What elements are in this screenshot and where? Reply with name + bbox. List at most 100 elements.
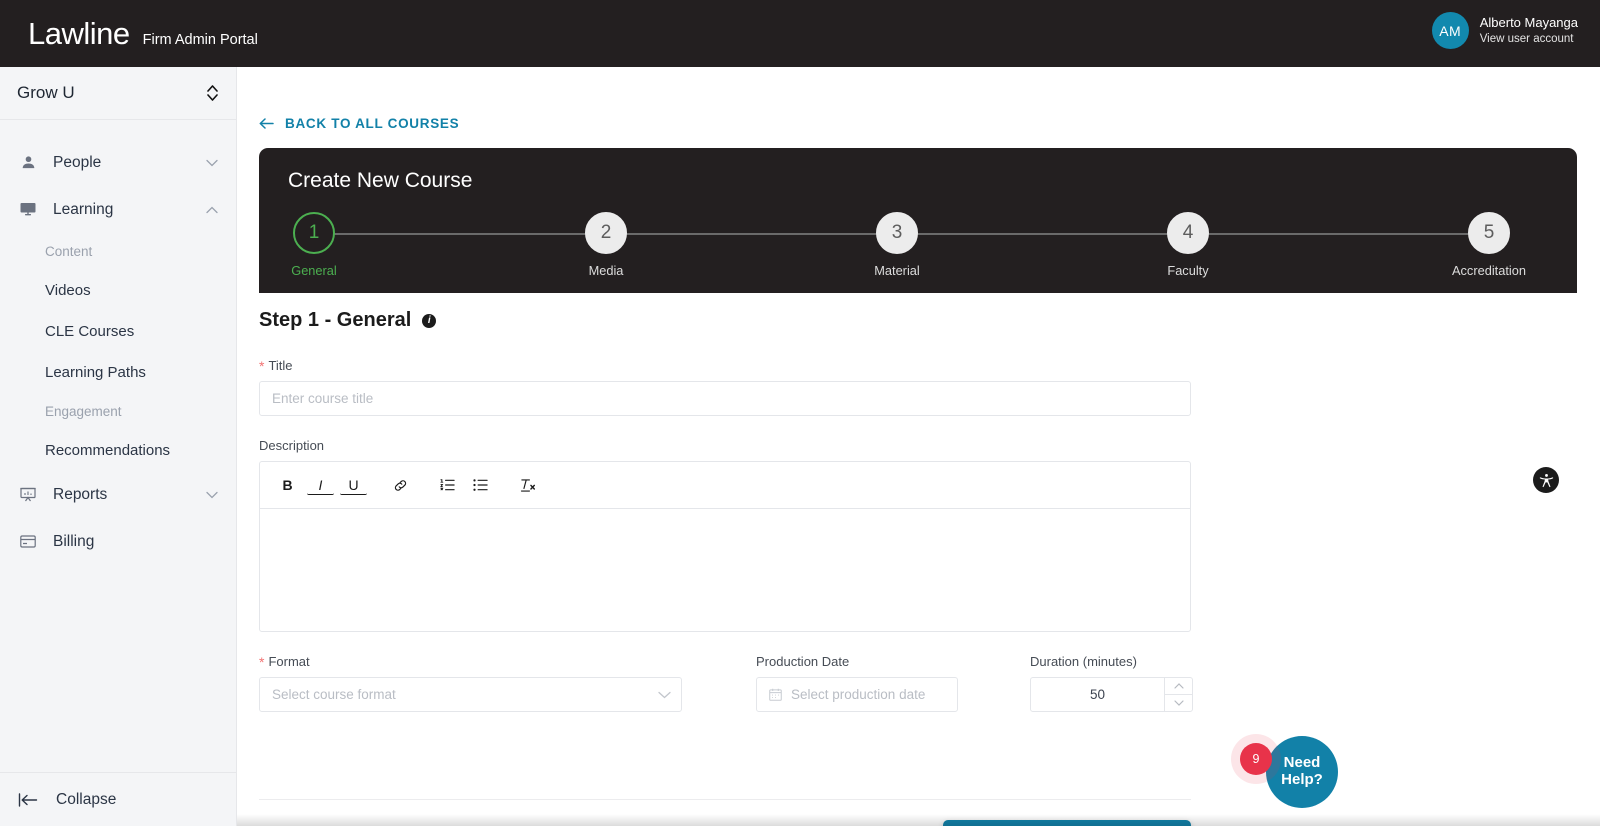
logo-text: Lawline — [28, 15, 130, 51]
step-label: Material — [874, 263, 920, 278]
step-4-faculty[interactable]: 4 Faculty — [1118, 212, 1258, 278]
selector-up-down-icon — [207, 85, 218, 101]
step-3-material[interactable]: 3 Material — [827, 212, 967, 278]
presentation-icon — [19, 487, 37, 502]
format-label-text: Format — [268, 654, 310, 669]
description-label: Description — [259, 438, 325, 453]
page-subtitle: Step 1 - General — [259, 309, 412, 331]
description-textarea[interactable] — [260, 509, 1190, 631]
org-switcher[interactable]: Grow U — [0, 67, 236, 120]
step-label: General — [291, 263, 337, 278]
duration-field-group: Duration (minutes) 50 — [1030, 654, 1193, 712]
monitor-icon — [19, 202, 37, 217]
production-date-label: Production Date — [756, 654, 850, 669]
description-editor: B I U — [259, 461, 1191, 632]
main-content: BACK TO ALL COURSES Create New Course 1 … — [237, 67, 1600, 826]
sidebar-item-label: Billing — [53, 532, 95, 550]
brand-logo[interactable]: Lawline Firm Admin Portal — [28, 16, 258, 52]
duration-stepper: 50 — [1030, 677, 1193, 712]
step-number: 5 — [1468, 212, 1510, 254]
arrow-left-icon — [259, 118, 274, 129]
sidebar-item-learning[interactable]: Learning — [0, 186, 236, 233]
sidebar-item-recommendations[interactable]: Recommendations — [0, 430, 236, 471]
collapse-arrow-icon — [18, 792, 38, 807]
need-help-button[interactable]: Need Help? — [1266, 736, 1338, 808]
underline-icon[interactable]: U — [340, 476, 367, 495]
chevron-down-icon — [658, 691, 671, 699]
sidebar-section-content: Content — [45, 244, 93, 259]
form-row-secondary: * Format Select course format Production… — [259, 654, 1577, 712]
view-user-account-link[interactable]: View user account — [1480, 32, 1578, 48]
person-icon — [19, 155, 37, 170]
page-bottom-shadow — [237, 814, 1600, 826]
stepper: 1 General 2 Media 3 Material 4 Faculty 5… — [259, 212, 1577, 284]
step-label: Faculty — [1167, 263, 1209, 278]
chevron-up-icon[interactable] — [206, 206, 218, 214]
help-unread-badge[interactable]: 9 — [1240, 743, 1272, 775]
chevron-down-icon[interactable] — [206, 491, 218, 499]
sidebar-item-videos[interactable]: Videos — [0, 270, 236, 311]
production-date-input[interactable]: Select production date — [756, 677, 958, 712]
sidebar-section-engagement: Engagement — [45, 404, 122, 419]
collapse-sidebar-button[interactable]: Collapse — [0, 772, 236, 826]
calendar-icon — [769, 688, 782, 701]
sidebar-item-reports[interactable]: Reports — [0, 471, 236, 518]
step-number: 2 — [585, 212, 627, 254]
sidebar-item-cle-courses[interactable]: CLE Courses — [0, 311, 236, 352]
step-number: 3 — [876, 212, 918, 254]
sidebar-item-label: Reports — [53, 485, 108, 503]
avatar: AM — [1431, 12, 1469, 49]
format-label: * Format — [259, 654, 756, 669]
duration-stepper-buttons — [1164, 678, 1192, 711]
clear-format-icon[interactable] — [514, 472, 541, 499]
portal-label: Firm Admin Portal — [142, 31, 258, 48]
collapse-label: Collapse — [56, 790, 117, 808]
sidebar-item-billing[interactable]: Billing — [0, 518, 236, 565]
save-and-continue-button[interactable]: SAVE AND CONTINUE — [943, 820, 1191, 826]
format-select[interactable]: Select course format — [259, 677, 682, 712]
sidebar-item-label: People — [53, 153, 102, 171]
editor-toolbar: B I U — [260, 462, 1190, 509]
ordered-list-icon[interactable] — [434, 472, 461, 499]
user-name: Alberto Mayanga — [1479, 14, 1578, 30]
title-label: * Title — [259, 358, 1577, 373]
form-divider — [259, 799, 1191, 800]
title-input[interactable]: Enter course title — [259, 381, 1191, 416]
format-field-group: * Format Select course format — [259, 654, 756, 712]
link-icon[interactable] — [387, 472, 414, 499]
duration-label: Duration (minutes) — [1030, 654, 1137, 669]
unordered-list-icon[interactable] — [467, 472, 494, 499]
accessibility-icon[interactable] — [1533, 467, 1559, 493]
user-menu[interactable]: AM Alberto Mayanga View user account — [1431, 12, 1578, 49]
org-name: Grow U — [17, 83, 75, 102]
production-date-field-group: Production Date Select production date — [756, 654, 1030, 712]
title-label-text: Title — [268, 358, 293, 373]
create-course-stepper-card: Create New Course 1 General 2 Media 3 Ma… — [259, 148, 1577, 293]
duration-increment-button[interactable] — [1165, 678, 1192, 694]
sidebar-item-label: Learning — [53, 200, 114, 218]
step-label: Media — [588, 263, 624, 278]
format-selected-value: Select course format — [272, 687, 396, 702]
sidebar-item-people[interactable]: People — [0, 139, 236, 186]
general-form: Step 1 - General i * Title Enter course … — [259, 293, 1577, 826]
step-label: Accreditation — [1452, 263, 1526, 278]
step-1-general[interactable]: 1 General — [244, 212, 384, 278]
back-link-label: BACK TO ALL COURSES — [285, 116, 460, 131]
sidebar-item-learning-paths[interactable]: Learning Paths — [0, 352, 236, 393]
back-to-all-courses-link[interactable]: BACK TO ALL COURSES — [259, 116, 459, 131]
step-2-media[interactable]: 2 Media — [536, 212, 676, 278]
duration-decrement-button[interactable] — [1165, 694, 1192, 711]
step-5-accreditation[interactable]: 5 Accreditation — [1419, 212, 1559, 278]
sidebar-nav: People Learning Content Videos CLE Cours… — [0, 120, 236, 565]
italic-icon[interactable]: I — [307, 476, 334, 495]
bold-icon[interactable]: B — [274, 472, 301, 499]
page-title: Create New Course — [288, 169, 473, 192]
title-field-group: * Title Enter course title — [259, 358, 1577, 416]
card-icon — [19, 535, 37, 548]
description-field-group: Description B I U — [259, 438, 1577, 632]
duration-input[interactable]: 50 — [1031, 678, 1164, 711]
info-icon[interactable]: i — [422, 313, 437, 328]
step-number: 1 — [293, 212, 335, 254]
chevron-down-icon[interactable] — [206, 159, 218, 167]
production-date-value: Select production date — [791, 687, 926, 702]
